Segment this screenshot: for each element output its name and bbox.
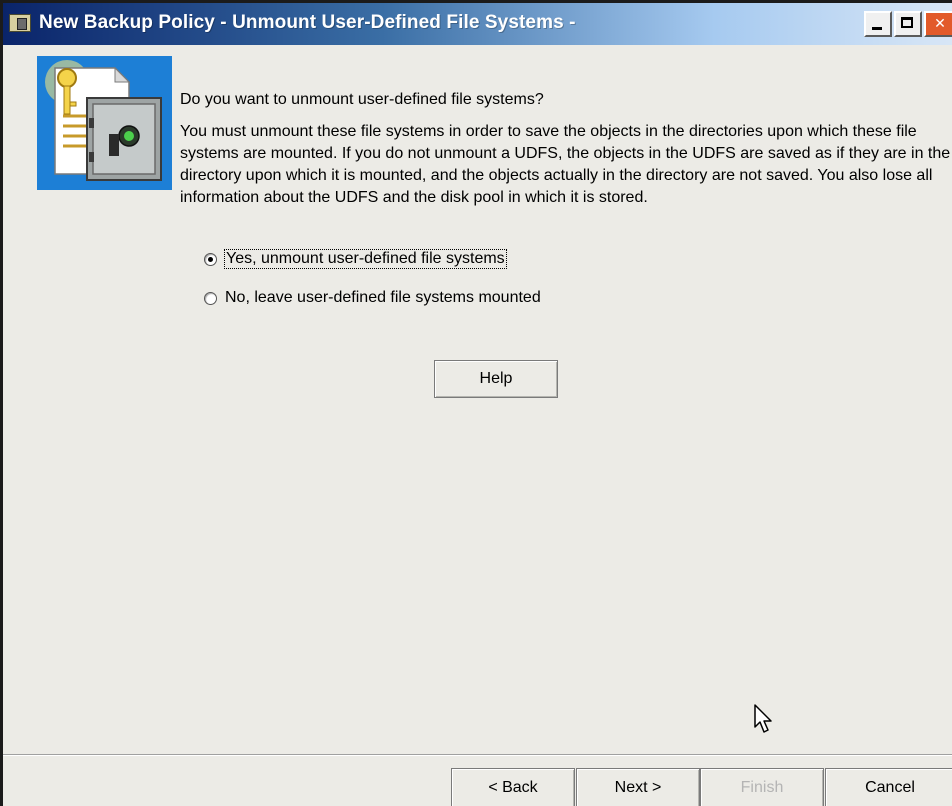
backup-policy-icon <box>9 14 31 32</box>
finish-button: Finish <box>700 768 824 806</box>
option-leave-mounted-label[interactable]: No, leave user-defined file systems moun… <box>225 289 541 307</box>
footer-separator <box>3 754 952 756</box>
help-button[interactable]: Help <box>434 360 558 398</box>
wizard-question: Do you want to unmount user-defined file… <box>180 91 544 108</box>
option-unmount-label[interactable]: Yes, unmount user-defined file systems <box>224 249 507 269</box>
radio-button-selected[interactable] <box>204 252 217 266</box>
minimize-button[interactable] <box>864 11 892 37</box>
option-unmount[interactable]: Yes, unmount user-defined file systems <box>204 248 507 270</box>
cancel-button[interactable]: Cancel <box>825 768 952 806</box>
window-title: New Backup Policy - Unmount User-Defined… <box>39 12 576 33</box>
title-bar[interactable]: New Backup Policy - Unmount User-Defined… <box>3 3 952 45</box>
option-leave-mounted[interactable]: No, leave user-defined file systems moun… <box>204 287 541 309</box>
safe-document-icon <box>37 56 172 190</box>
mouse-pointer-icon <box>754 704 772 733</box>
maximize-button[interactable] <box>894 11 922 37</box>
next-button[interactable]: Next > <box>576 768 700 806</box>
radio-button[interactable] <box>204 291 217 305</box>
backup-policy-wizard-window: New Backup Policy - Unmount User-Defined… <box>0 0 952 806</box>
close-button[interactable]: ✕ <box>924 11 952 37</box>
back-button[interactable]: < Back <box>451 768 575 806</box>
wizard-description: You must unmount these file systems in o… <box>180 123 951 206</box>
